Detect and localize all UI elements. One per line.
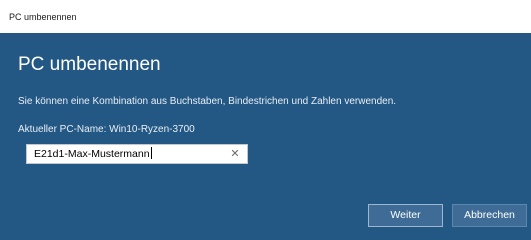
window-title: PC umbenennen	[9, 12, 77, 22]
rename-pc-window: PC umbenennen PC umbenennen Sie können e…	[0, 0, 531, 240]
current-pc-name-label: Aktueller PC-Name: Win10-Ryzen-3700	[18, 124, 195, 135]
pc-name-input-value[interactable]: E21d1-Max-Mustermann	[34, 148, 150, 160]
pc-name-input[interactable]: E21d1-Max-Mustermann ✕	[26, 144, 248, 164]
cancel-button[interactable]: Abbrechen	[452, 204, 527, 227]
dialog-heading: PC umbenennen	[18, 54, 161, 75]
window-titlebar: PC umbenennen	[0, 0, 531, 33]
dialog-description: Sie können eine Kombination aus Buchstab…	[18, 96, 397, 107]
rename-dialog: PC umbenennen Sie können eine Kombinatio…	[0, 33, 531, 240]
next-button[interactable]: Weiter	[368, 204, 443, 227]
close-icon[interactable]: ✕	[229, 145, 241, 163]
pc-name-input-value-wrap[interactable]: E21d1-Max-Mustermann	[34, 145, 152, 163]
text-caret	[150, 147, 152, 159]
